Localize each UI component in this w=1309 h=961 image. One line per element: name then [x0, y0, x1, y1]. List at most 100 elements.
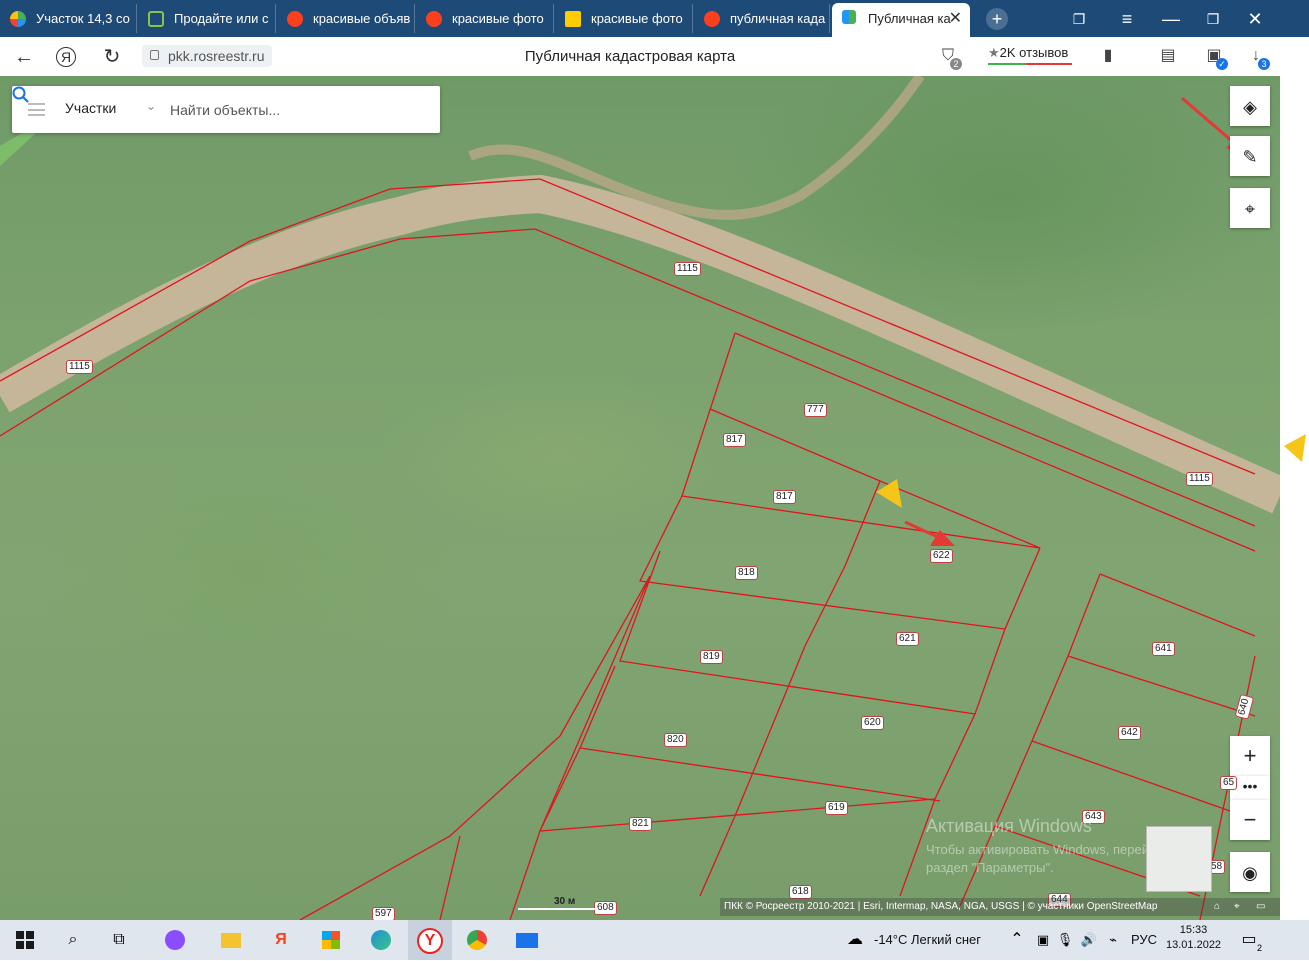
layers-icon: ◈	[1243, 97, 1257, 117]
edge-icon[interactable]	[368, 927, 394, 953]
yandex-browser-active-icon[interactable]: Y	[408, 920, 452, 960]
time-text: 15:33	[1179, 924, 1208, 936]
notifications-count: 2	[1256, 943, 1262, 953]
pkk-icon	[842, 10, 856, 24]
mail-icon[interactable]	[514, 927, 540, 953]
task-view-icon[interactable]: ⧉	[106, 927, 132, 953]
back-button[interactable]: ←	[12, 45, 36, 69]
home-icon[interactable]: ⌂	[1214, 898, 1220, 916]
hamburger-menu-icon[interactable]	[28, 103, 45, 116]
browser-tab-strip: Участок 14,3 со Продайте или с красивые …	[0, 0, 1309, 37]
tab-2[interactable]: Продайте или с	[138, 4, 276, 33]
map-attribution: ПКК © Росреестр 2010-2021 | Esri, Interm…	[720, 898, 1280, 916]
parcel-label[interactable]: 817	[773, 490, 796, 504]
extension-badge: ✓	[1216, 58, 1228, 70]
parcel-label[interactable]: 65	[1220, 776, 1238, 790]
parcel-label[interactable]: 619	[825, 801, 848, 815]
zoom-in-button[interactable]: +	[1230, 736, 1270, 776]
url-text: pkk.rosreestr.ru	[168, 48, 265, 64]
protect-icon[interactable]: ⛉ 2	[938, 46, 962, 70]
parcel-label[interactable]: 597	[372, 907, 395, 920]
reload-button[interactable]: ↻	[100, 45, 124, 69]
yandex-home-icon[interactable]: Я	[56, 47, 76, 67]
tab-5[interactable]: красивые фото	[555, 4, 693, 33]
windows-taskbar: ⌕ ⧉ Я Y ☁ -14°C Легкий снег ⌃ ▣ 🎙 🔊 ⌁ РУ…	[0, 920, 1309, 960]
extension-icon[interactable]: ▣ ✓	[1204, 46, 1228, 70]
reviews-button[interactable]: ★2K отзывов	[988, 45, 1072, 65]
bookmark-icon[interactable]: ▮	[1098, 46, 1118, 66]
parcel-label[interactable]: 618	[789, 885, 812, 899]
compass-button[interactable]: ◉	[1230, 852, 1270, 892]
parcel-label[interactable]: 621	[896, 632, 919, 646]
parcel-label[interactable]: 821	[629, 817, 652, 831]
protect-badge: 2	[950, 58, 962, 70]
store-icon[interactable]	[318, 927, 344, 953]
collections-icon[interactable]: ❐	[1068, 8, 1090, 30]
parcel-label[interactable]: 620	[861, 716, 884, 730]
parcel-label[interactable]: 819	[700, 650, 723, 664]
scale-ruler	[518, 908, 598, 910]
tab-title: Продайте или с	[174, 11, 269, 26]
url-field[interactable]: pkk.rosreestr.ru	[142, 45, 273, 67]
parcel-label[interactable]: 777	[804, 403, 827, 417]
parcel-label[interactable]: 642	[1118, 726, 1141, 740]
parcel-label[interactable]: 818	[735, 566, 758, 580]
page-title: Публичная кадастровая карта	[524, 48, 736, 65]
windows-start-icon[interactable]	[12, 927, 38, 953]
parcel-label[interactable]: 1115	[66, 360, 93, 374]
crosshair-small-icon[interactable]: ⌖	[1234, 898, 1240, 916]
new-tab-button[interactable]: +	[986, 8, 1008, 30]
network-icon[interactable]: ⌁	[1100, 927, 1126, 953]
zoom-out-button[interactable]: −	[1230, 800, 1270, 840]
tab-3[interactable]: красивые объяв	[277, 4, 415, 33]
tab-7-active[interactable]: Публичная ка ✕	[832, 3, 970, 37]
page-right-margin	[1280, 76, 1309, 920]
search-input[interactable]	[168, 97, 392, 123]
chrome-icon[interactable]	[464, 927, 490, 953]
menu-icon[interactable]: ≡	[1116, 8, 1138, 30]
parcel-label[interactable]: 820	[664, 733, 687, 747]
tab-4[interactable]: красивые фото	[416, 4, 554, 33]
language-indicator[interactable]: РУС	[1131, 932, 1157, 947]
chevron-down-icon[interactable]: ⌄	[146, 99, 156, 113]
microphone-icon[interactable]: 🎙	[1052, 927, 1078, 953]
parcel-label[interactable]: 641	[1152, 642, 1175, 656]
tab-title: красивые объяв	[313, 11, 411, 26]
reader-icon[interactable]: ▤	[1158, 46, 1178, 66]
search-icon[interactable]	[12, 86, 30, 104]
cadastral-map[interactable]: Участки ⌄ ◈ ✎ ⌖ + ••• − ◉ 1115 1115 1115…	[0, 76, 1280, 920]
minimize-button[interactable]: —	[1160, 8, 1182, 30]
yellow-pointer-annotations	[876, 479, 902, 508]
yandex-icon	[704, 11, 720, 27]
parcel-label[interactable]: 817	[723, 433, 746, 447]
downloads-icon[interactable]: ↓ 3	[1246, 46, 1270, 70]
parcel-label[interactable]: 622	[930, 549, 953, 563]
tab-1[interactable]: Участок 14,3 со	[0, 4, 137, 33]
weather-icon[interactable]: ☁	[842, 927, 868, 953]
locate-button[interactable]: ⌖	[1230, 188, 1270, 228]
layers-button[interactable]: ◈	[1230, 86, 1270, 126]
close-window-button[interactable]: ✕	[1244, 8, 1266, 30]
clock[interactable]: 15:33 13.01.2022	[1166, 923, 1221, 953]
parcel-label[interactable]: 1115	[1186, 472, 1213, 486]
measure-button[interactable]: ✎	[1230, 136, 1270, 176]
alice-icon[interactable]	[162, 927, 188, 953]
file-explorer-icon[interactable]	[218, 927, 244, 953]
search-taskbar-icon[interactable]: ⌕	[60, 927, 86, 953]
close-tab-icon[interactable]: ✕	[949, 3, 962, 35]
search-panel: Участки ⌄	[12, 86, 440, 133]
compass-icon: ◉	[1242, 863, 1258, 883]
category-select[interactable]: Участки	[65, 100, 116, 116]
volume-icon[interactable]: 🔊	[1076, 927, 1102, 953]
minimap-toggle[interactable]	[1146, 826, 1212, 892]
yandex-browser-taskbar-icon[interactable]: Я	[268, 927, 294, 953]
weather-text[interactable]: -14°C Легкий снег	[874, 932, 981, 947]
avito-icon	[148, 11, 164, 27]
notifications-icon[interactable]: ▭ 2	[1236, 927, 1262, 953]
restore-button[interactable]: ❐	[1202, 8, 1224, 30]
tab-6[interactable]: публичная када	[694, 4, 830, 33]
parcel-label[interactable]: 1115	[674, 262, 701, 276]
app-grid-icon	[10, 11, 26, 27]
show-hidden-icons-chevron[interactable]: ⌃	[1004, 927, 1030, 953]
print-icon[interactable]: ▭	[1256, 898, 1265, 916]
